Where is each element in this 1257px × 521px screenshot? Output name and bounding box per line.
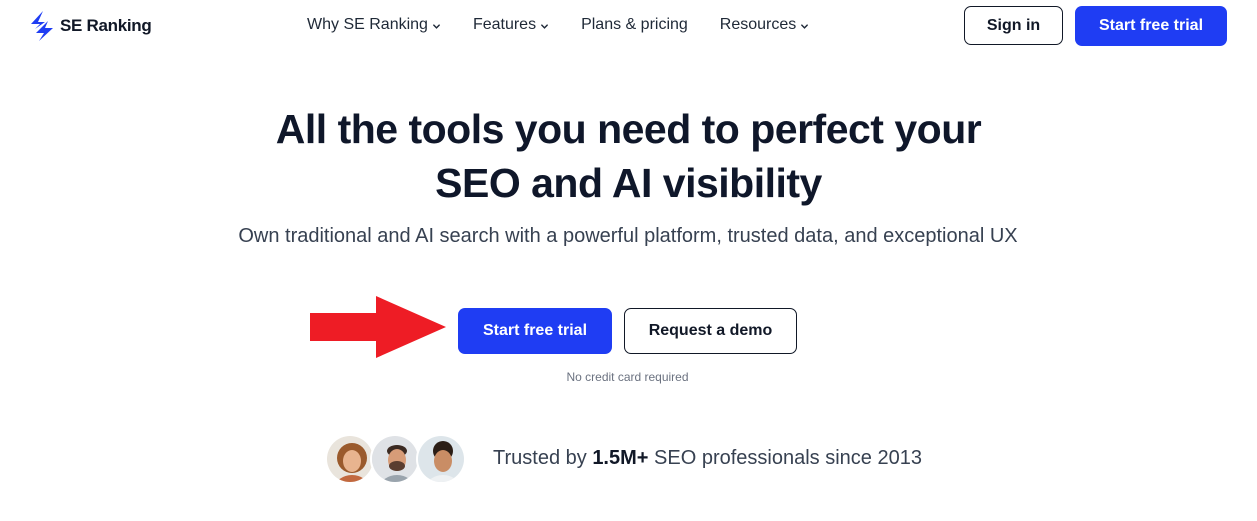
avatar-man-beard	[370, 434, 420, 484]
trust-suffix: SEO professionals since 2013	[654, 447, 922, 469]
nav-item-features[interactable]: Features	[473, 16, 549, 34]
headline-line-1: All the tools you need to perfect your	[275, 106, 982, 152]
nav-item-why-se-ranking[interactable]: Why SE Ranking	[307, 16, 441, 34]
avatar-man-curly-hair	[416, 434, 466, 484]
trust-statement: Trusted by 1.5M+ SEO professionals since…	[493, 447, 922, 470]
chevron-down-icon	[433, 23, 440, 29]
header-start-trial-button[interactable]: Start free trial	[1075, 6, 1227, 46]
hero-subheadline: Own traditional and AI search with a pow…	[238, 225, 1018, 247]
no-credit-card-note: No credit card required	[566, 370, 689, 384]
trust-count: 1.5M+	[592, 447, 649, 469]
brand-name: SE Ranking	[60, 16, 152, 35]
avatar-group	[325, 434, 470, 486]
trust-prefix: Trusted by	[493, 447, 587, 469]
hero-headline: All the tools you need to perfect your S…	[0, 102, 1257, 210]
headline-line-2: SEO and AI visibility	[435, 160, 822, 206]
start-free-trial-button[interactable]: Start free trial	[458, 308, 612, 354]
avatar-woman-curly-hair	[325, 434, 375, 484]
nav-item-plans-pricing[interactable]: Plans & pricing	[581, 16, 688, 34]
nav-item-resources[interactable]: Resources	[720, 16, 809, 34]
nav-item-label: Features	[472, 16, 537, 33]
logo-bolt-icon	[31, 11, 53, 41]
nav-item-label: Why SE Ranking	[307, 16, 428, 33]
red-arrow-annotation	[310, 296, 446, 358]
sign-in-button[interactable]: Sign in	[964, 6, 1063, 45]
logo[interactable]: SE Ranking	[30, 11, 152, 41]
chevron-down-icon	[801, 23, 809, 29]
request-demo-button[interactable]: Request a demo	[624, 308, 797, 354]
site-header: SE Ranking Why SE Ranking Features Plans…	[0, 0, 1257, 52]
main-nav: Why SE Ranking Features Plans & pricing …	[307, 16, 809, 34]
chevron-down-icon	[541, 23, 548, 29]
nav-item-label: Resources	[719, 16, 797, 33]
nav-item-label: Plans & pricing	[581, 16, 688, 33]
